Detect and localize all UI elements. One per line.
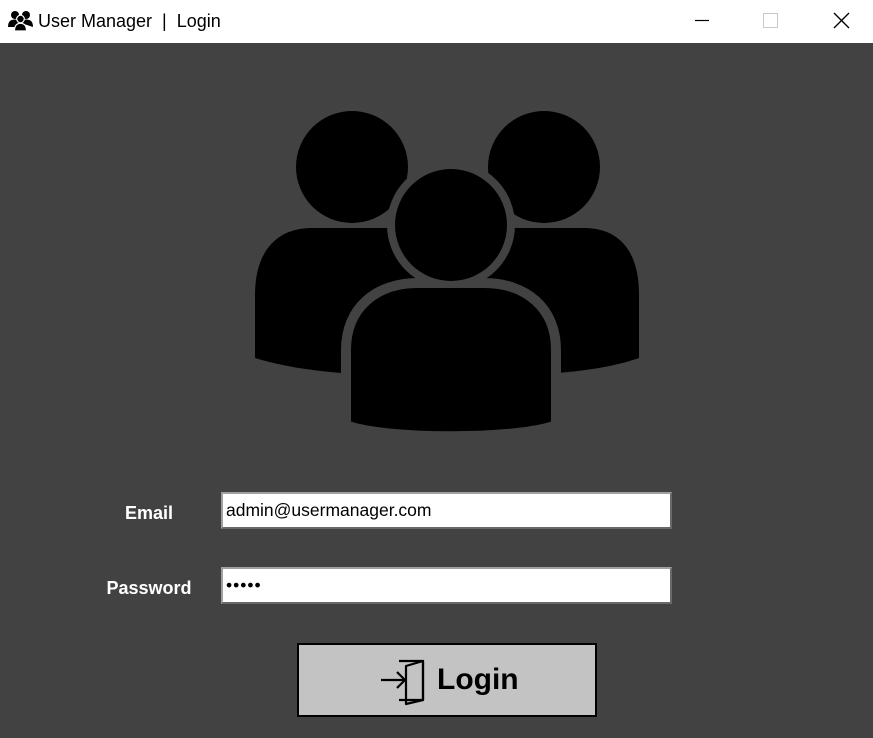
login-button[interactable]: Login xyxy=(297,643,597,717)
password-field[interactable] xyxy=(221,567,672,604)
title-bar: User Manager | Login xyxy=(0,0,873,43)
login-button-label: Login xyxy=(437,663,519,696)
email-label: Email xyxy=(124,503,174,523)
login-door-icon xyxy=(381,659,425,706)
maximize-button[interactable] xyxy=(748,0,794,43)
minimize-icon xyxy=(695,19,709,22)
login-window: User Manager | Login Email admin@userman… xyxy=(0,0,873,738)
email-field[interactable] xyxy=(221,492,672,529)
close-button[interactable] xyxy=(819,0,865,43)
password-label: Password xyxy=(106,578,192,598)
users-group-icon xyxy=(8,11,33,31)
close-icon xyxy=(833,12,850,29)
window-title: User Manager | Login xyxy=(38,11,221,31)
maximize-icon xyxy=(763,13,778,28)
users-group-icon xyxy=(255,111,639,440)
minimize-button[interactable] xyxy=(680,0,726,43)
